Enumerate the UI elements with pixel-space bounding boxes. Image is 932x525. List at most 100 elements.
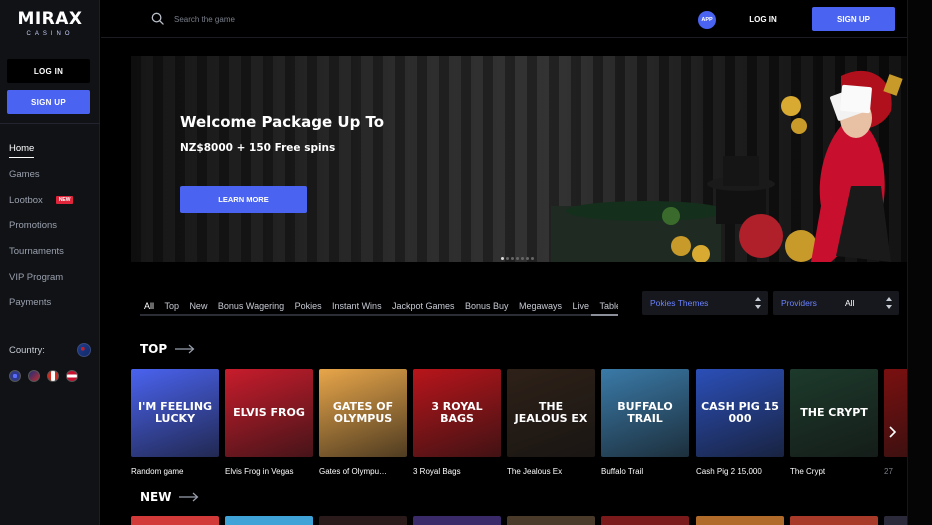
carousel-dot[interactable] bbox=[516, 257, 519, 260]
section-title-text: TOP bbox=[140, 342, 168, 356]
dropdown-label: Pokies Themes bbox=[650, 298, 709, 308]
country-selector[interactable]: Country: bbox=[9, 343, 91, 357]
tabs-scrollbar[interactable] bbox=[140, 314, 618, 316]
tab-bonus-buy[interactable]: Bonus Buy bbox=[465, 301, 509, 311]
sidebar-item-label: Tournaments bbox=[9, 246, 64, 258]
tab-bonus-wagering[interactable]: Bonus Wagering bbox=[218, 301, 284, 311]
sidebar-item-tournaments[interactable]: Tournaments bbox=[9, 239, 94, 265]
providers-dropdown[interactable]: Providers All bbox=[773, 291, 899, 315]
learn-more-button[interactable]: LEARN MORE bbox=[180, 186, 307, 213]
game-thumbnail[interactable]: THE CRYPT bbox=[790, 369, 878, 457]
game-title: Elvis Frog in Vegas bbox=[225, 467, 294, 476]
au-flag-icon[interactable] bbox=[28, 370, 40, 382]
promo-banner[interactable]: Welcome Package Up To NZ$8000 + 150 Free… bbox=[131, 56, 907, 262]
game-thumbnail[interactable] bbox=[696, 516, 784, 525]
sidebar-item-label: Promotions bbox=[9, 220, 58, 232]
game-card[interactable]: I'M FEELING LUCKY Random game bbox=[131, 369, 219, 476]
new-section-title[interactable]: NEW bbox=[140, 490, 199, 504]
sidebar-item-label: Payments bbox=[9, 297, 52, 309]
pokies-themes-dropdown[interactable]: Pokies Themes bbox=[642, 291, 768, 315]
game-title: Gates of Olympu… bbox=[319, 467, 388, 476]
game-card[interactable]: GATES OF OLYMPUS Gates of Olympu… bbox=[319, 369, 407, 476]
game-thumbnail[interactable] bbox=[413, 516, 501, 525]
game-thumbnail[interactable] bbox=[507, 516, 595, 525]
tab-live[interactable]: Live bbox=[572, 301, 589, 311]
top-bar: APP LOG IN SIGN UP bbox=[101, 0, 907, 38]
game-card[interactable]: THE CRYPT The Crypt bbox=[790, 369, 878, 476]
at-flag-icon[interactable] bbox=[66, 370, 78, 382]
brand-logo[interactable]: MIRAX CASINO bbox=[0, 8, 100, 48]
game-card[interactable]: BUFFALO TRAIL Buffalo Trail bbox=[601, 369, 689, 476]
game-thumbnail[interactable]: GATES OF OLYMPUS bbox=[319, 369, 407, 457]
globe-icon[interactable] bbox=[9, 370, 21, 382]
sidebar-item-lootbox[interactable]: Lootbox NEW bbox=[9, 187, 94, 213]
tab-top[interactable]: Top bbox=[164, 301, 179, 311]
game-thumbnail[interactable] bbox=[131, 516, 219, 525]
sidebar-login-button[interactable]: LOG IN bbox=[7, 59, 90, 83]
sidebar-item-home[interactable]: Home bbox=[9, 136, 94, 162]
game-thumbnail[interactable]: BUFFALO TRAIL bbox=[601, 369, 689, 457]
chevron-right-icon[interactable] bbox=[885, 425, 899, 439]
ca-flag-icon[interactable] bbox=[47, 370, 59, 382]
game-thumbnail[interactable] bbox=[319, 516, 407, 525]
sidebar-item-payments[interactable]: Payments bbox=[9, 290, 94, 316]
game-thumbnail[interactable]: ELVIS FROG bbox=[225, 369, 313, 457]
game-thumbnail[interactable] bbox=[790, 516, 878, 525]
tab-instant-wins[interactable]: Instant Wins bbox=[332, 301, 382, 311]
carousel-dot[interactable] bbox=[526, 257, 529, 260]
game-card[interactable]: CASH PIG 15 000 Cash Pig 2 15,000 bbox=[696, 369, 784, 476]
tab-jackpot-games[interactable]: Jackpot Games bbox=[392, 301, 455, 311]
game-thumbnail[interactable]: 3 ROYAL BAGS bbox=[413, 369, 501, 457]
tab-table-games[interactable]: Table Games bbox=[599, 301, 618, 311]
game-thumbnail[interactable] bbox=[601, 516, 689, 525]
sidebar-item-promotions[interactable]: Promotions bbox=[9, 213, 94, 239]
game-card[interactable]: THE JEALOUS EX The Jealous Ex bbox=[507, 369, 595, 476]
game-thumbnail[interactable] bbox=[225, 516, 313, 525]
game-card[interactable]: 3 ROYAL BAGS 3 Royal Bags bbox=[413, 369, 501, 476]
sidebar-item-label: Games bbox=[9, 169, 40, 181]
tab-all[interactable]: All bbox=[144, 301, 154, 311]
dropdown-label: Providers bbox=[781, 298, 817, 308]
game-thumbnail[interactable] bbox=[884, 516, 907, 525]
category-tabs: All Top New Bonus Wagering Pokies Instan… bbox=[144, 296, 618, 316]
game-thumbnail[interactable] bbox=[884, 369, 907, 457]
game-thumbnail[interactable]: I'M FEELING LUCKY bbox=[131, 369, 219, 457]
new-games-row bbox=[131, 516, 907, 525]
carousel-dot[interactable] bbox=[511, 257, 514, 260]
sidebar-item-games[interactable]: Games bbox=[9, 162, 94, 188]
new-badge: NEW bbox=[55, 196, 74, 205]
game-art-text: I'M FEELING LUCKY bbox=[137, 400, 213, 425]
game-title: The Jealous Ex bbox=[507, 467, 563, 476]
carousel-dot[interactable] bbox=[501, 257, 504, 260]
game-card[interactable]: 27 bbox=[884, 369, 907, 476]
carousel-dot[interactable] bbox=[506, 257, 509, 260]
brand-sub: CASINO bbox=[26, 31, 74, 37]
section-title-text: NEW bbox=[140, 490, 172, 504]
tab-pokies[interactable]: Pokies bbox=[295, 301, 322, 311]
carousel-dot[interactable] bbox=[531, 257, 534, 260]
top-section-title[interactable]: TOP bbox=[140, 342, 195, 356]
carousel-dot[interactable] bbox=[521, 257, 524, 260]
carousel-dots bbox=[501, 257, 534, 260]
sidebar-item-vip-program[interactable]: VIP Program bbox=[9, 264, 94, 290]
header-login-button[interactable]: LOG IN bbox=[738, 8, 788, 30]
nz-flag-icon[interactable] bbox=[77, 343, 91, 357]
tab-megaways[interactable]: Megaways bbox=[519, 301, 562, 311]
app-button[interactable]: APP bbox=[698, 11, 716, 29]
game-thumbnail[interactable]: CASH PIG 15 000 bbox=[696, 369, 784, 457]
arrow-right-icon bbox=[175, 344, 195, 354]
game-thumbnail[interactable]: THE JEALOUS EX bbox=[507, 369, 595, 457]
game-title: Random game bbox=[131, 467, 184, 476]
sidebar-signup-button[interactable]: SIGN UP bbox=[7, 90, 90, 114]
search-input[interactable] bbox=[174, 10, 474, 28]
scrollbar-thumb[interactable] bbox=[591, 314, 618, 316]
search-icon[interactable] bbox=[151, 12, 164, 25]
game-art-text: CASH PIG 15 000 bbox=[701, 400, 779, 425]
game-art-text: ELVIS FROG bbox=[233, 406, 305, 419]
tab-new[interactable]: New bbox=[189, 301, 207, 311]
game-title: Cash Pig 2 15,000 bbox=[696, 467, 762, 476]
game-art-text: THE CRYPT bbox=[800, 406, 868, 419]
header-signup-button[interactable]: SIGN UP bbox=[812, 7, 895, 31]
game-card[interactable]: ELVIS FROG Elvis Frog in Vegas bbox=[225, 369, 313, 476]
language-selector bbox=[9, 370, 78, 382]
